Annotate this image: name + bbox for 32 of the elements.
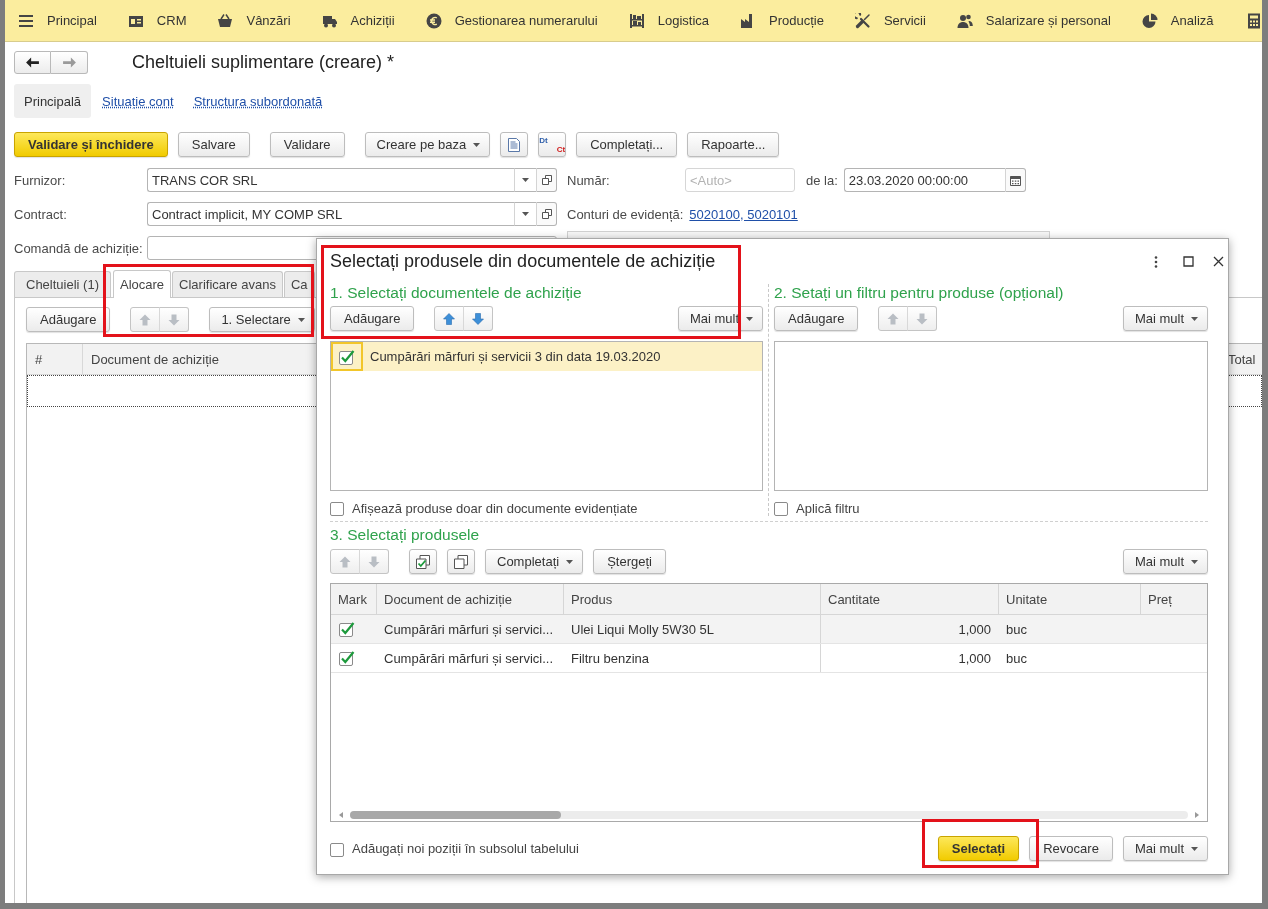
field-label: Comandă de achiziție: <box>14 240 144 256</box>
table-cell-text: Cumpărări mărfuri și servici... <box>383 649 555 668</box>
field-label: Contract: <box>14 206 68 222</box>
section-heading: 1. Selectați documentele de achiziție <box>330 284 583 302</box>
column-header: Document de achiziție <box>377 584 564 614</box>
field-label: Furnizor: <box>14 172 67 188</box>
dialog-title: Selectați produsele din documentele de achiziție <box>330 251 716 272</box>
table-cell-text: 1,000 <box>957 620 992 639</box>
table-cell-text: buc <box>1005 649 1028 668</box>
column-header: Mark <box>331 584 377 614</box>
item-label: Cumpărări mărfuri și servicii 3 din data 19.03.2020 <box>370 349 661 364</box>
column-header: Cantitate <box>821 584 999 614</box>
field-label: Număr: <box>567 172 611 188</box>
section-heading: 2. Setați un filtru pentru produse (opțional) <box>774 284 1065 302</box>
table-cell-text: buc <box>1005 620 1028 639</box>
form-title: Cheltuieli suplimentare (creare) * <box>132 52 395 73</box>
table-cell: Filtru benzina <box>564 644 821 672</box>
column-header: Preț <box>1147 590 1173 609</box>
checkbox-label: Afișează produse doar din documente evidențiate <box>352 500 638 516</box>
column-header: Unitate <box>999 584 1141 614</box>
field-label: Conturi de evidență: <box>567 206 684 222</box>
table-cell-text: Cumpărări mărfuri și servici... <box>383 620 555 639</box>
section-heading: 3. Selectați produsele <box>330 526 481 544</box>
table-cell-text: 1,000 <box>957 649 992 668</box>
table-cell: Ulei Liqui Molly 5W30 5L <box>564 615 821 643</box>
checkbox-label: Aplică filtru <box>796 500 860 516</box>
checkbox-label: Adăugați noi poziții în subsolul tabelului <box>352 841 579 856</box>
column-header: Produs <box>564 584 821 614</box>
field-label: de la: <box>806 172 838 188</box>
column-header: Total <box>1228 351 1256 367</box>
column-header: # <box>35 351 43 367</box>
column-header: Document de achiziție <box>91 351 219 367</box>
